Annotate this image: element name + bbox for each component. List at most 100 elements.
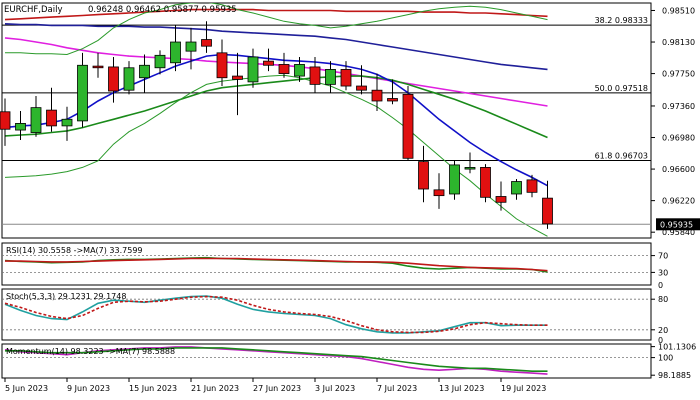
overlay-line-2 [4, 8, 548, 21]
candle [247, 48, 259, 88]
y-tick-label: 0.97750 [662, 70, 695, 79]
candle-body [247, 56, 259, 83]
panel-frames [1, 2, 652, 379]
candle-body [418, 161, 429, 190]
subpanel-tick-label: 98.1885 [658, 371, 691, 380]
candle [108, 56, 119, 103]
candle [511, 179, 522, 200]
subpanel-tick-label: 80 [658, 295, 668, 304]
candle [123, 61, 135, 95]
candle-body [201, 39, 212, 47]
candle-body [0, 111, 11, 130]
candle-body [294, 64, 305, 77]
main-overlays: 38.2 0.98333 50.0 0.97518 61.8 0.96703 [2, 3, 651, 237]
candle [61, 106, 73, 141]
candle-body [30, 107, 42, 133]
candle [30, 96, 42, 137]
candle-body [154, 54, 166, 69]
y-tick-label: 0.96600 [662, 165, 695, 174]
candle [216, 39, 228, 87]
candle-body [433, 189, 445, 197]
subpanel-label: RSI(14) 30.5558 ->MA(7) 33.7599 [6, 246, 143, 255]
subpanel-line [4, 295, 548, 334]
subpanel-tick-label: 101.1306 [658, 343, 696, 352]
candle-body [464, 167, 476, 170]
candle-body [309, 66, 321, 85]
candle [387, 79, 398, 105]
subpanel-1: Stoch(5,3,3) 29.1231 29.1748 [2, 292, 651, 334]
x-tick-label: 27 Jun 2023 [253, 384, 301, 393]
last-price-label: 0.95935 [660, 220, 693, 229]
candle [201, 21, 212, 53]
y-tick-label: 0.98130 [662, 38, 695, 47]
candle-body [185, 41, 197, 52]
candle-body [170, 41, 181, 64]
candle [402, 86, 414, 161]
candle [185, 27, 197, 70]
candle [480, 164, 491, 203]
x-tick-label: 9 Jun 2023 [67, 384, 110, 393]
subpanel-line [4, 295, 548, 334]
candle-body [511, 181, 522, 195]
candle-body [232, 75, 243, 80]
candle-body [263, 60, 274, 66]
candle-body [402, 93, 414, 159]
candle [418, 145, 429, 203]
fib-label-1: 50.0 0.97518 [595, 84, 648, 93]
subpanel-label: Momentum(14) 98.3223 ->MA(7) 98.5888 [6, 347, 175, 356]
fib-label-0: 38.2 0.98333 [595, 16, 648, 25]
candle-body [449, 164, 460, 195]
candle [495, 181, 507, 211]
candle-body [356, 85, 367, 91]
candle-body [15, 123, 26, 131]
candle-body [46, 109, 57, 127]
subpanel-tick-label: 100 [658, 354, 673, 363]
candle-body [526, 179, 538, 193]
x-tick-label: 21 Jun 2023 [191, 384, 239, 393]
candle [77, 52, 88, 128]
chart-svg: 38.2 0.98333 50.0 0.97518 61.8 0.96703 RSI… [0, 2, 700, 393]
axes: 0.98510 0.98130 0.97750 0.97360 0.96980 0.966… [2, 6, 700, 393]
y-tick-label: 0.96220 [662, 197, 695, 206]
candle [92, 52, 104, 78]
candle [526, 174, 538, 198]
subpanel-0: RSI(14) 30.5558 ->MA(7) 33.7599 [2, 246, 651, 273]
candles [0, 21, 553, 229]
candle-body [325, 69, 336, 85]
x-tick-label: 13 Jul 2023 [439, 384, 484, 393]
candle-body [387, 98, 398, 102]
candle-body [139, 64, 150, 79]
candle-body [216, 52, 228, 79]
candle [356, 65, 367, 95]
subpanel-tick-label: 70 [658, 252, 668, 261]
candle-body [77, 64, 88, 122]
fib-label-2: 61.8 0.96703 [595, 152, 648, 161]
subpanel-tick-label: 30 [658, 268, 668, 277]
candle-body [61, 118, 73, 127]
y-tick-label: 0.96980 [662, 134, 695, 143]
candle [263, 48, 274, 72]
x-tick-label: 3 Jul 2023 [315, 384, 355, 393]
candle [278, 52, 290, 78]
subpanels: RSI(14) 30.5558 ->MA(7) 33.7599 Stoch(5,3… [2, 246, 651, 375]
candle-body [495, 196, 507, 203]
y-tick-label: 0.98510 [662, 6, 695, 15]
subpanel-tick-label: 0 [658, 281, 663, 290]
overlay-group [2, 3, 651, 237]
candle [542, 180, 553, 229]
subpanel-tick-label: 20 [658, 326, 668, 335]
y-tick-label: 0.97360 [662, 102, 695, 111]
chart-header-ohlc: 0.96248 0.96462 0.95877 0.95935 [88, 5, 237, 15]
candle-body [480, 167, 491, 198]
candle-body [542, 197, 553, 225]
candle-body [278, 64, 290, 74]
subpanel-label: Stoch(5,3,3) 29.1231 29.1748 [6, 292, 126, 301]
candle [433, 173, 445, 209]
candle [46, 87, 57, 132]
subpanel-2: Momentum(14) 98.3223 ->MA(7) 98.5888 [2, 346, 651, 375]
candle [464, 152, 476, 174]
candle [449, 160, 460, 200]
chart-header-symbol: EURCHF,Daily [4, 5, 63, 15]
candle-body [340, 69, 352, 87]
candle-body [371, 89, 383, 102]
